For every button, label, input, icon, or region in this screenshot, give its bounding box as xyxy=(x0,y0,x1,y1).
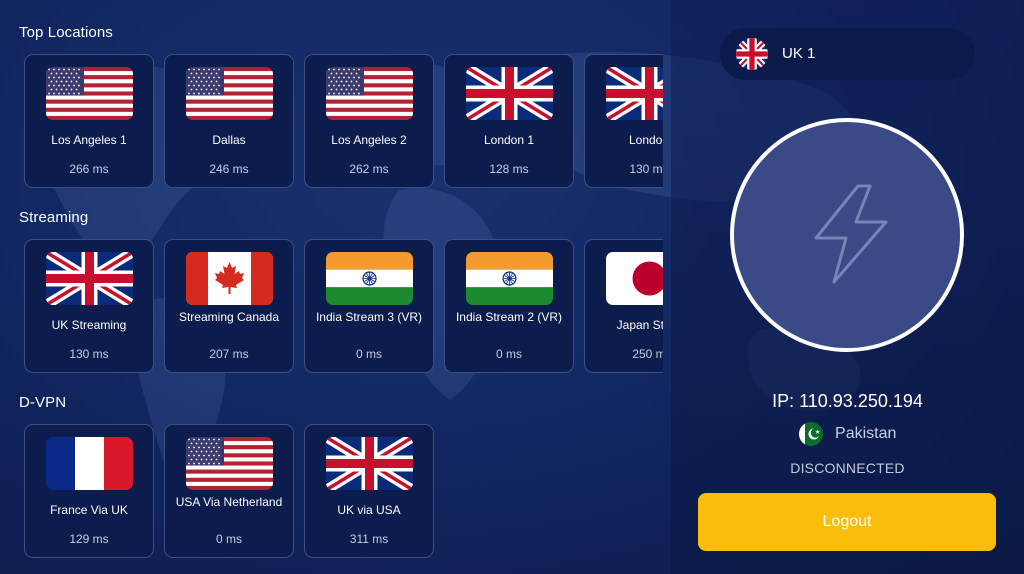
server-selector[interactable]: UK 1 xyxy=(720,28,975,80)
server-ping: 250 m xyxy=(632,347,663,361)
pakistan-flag-icon xyxy=(798,422,823,446)
server-name: UK via USA xyxy=(337,503,401,517)
server-card[interactable]: London 1 128 ms xyxy=(444,54,574,188)
server-card[interactable]: India Stream 3 (VR) 0 ms xyxy=(304,239,434,373)
server-name: India Stream 2 (VR) xyxy=(455,310,563,324)
server-ping: 130 ms xyxy=(69,347,109,361)
server-row: UK Streaming 130 ms Streaming Canada 207 m… xyxy=(24,239,663,373)
us-flag-icon xyxy=(186,437,273,490)
server-row: France Via UK 129 ms USA Via Netherland 0 m… xyxy=(24,424,663,558)
connection-panel: UK 1 IP: 110.93.250.194 Pakistan DISCONN… xyxy=(671,0,1024,574)
server-card[interactable]: USA Via Netherland 0 ms xyxy=(164,424,294,558)
server-card[interactable]: India Stream 2 (VR) 0 ms xyxy=(444,239,574,373)
server-card[interactable]: Los Angeles 2 262 ms xyxy=(304,54,434,188)
server-name: France Via UK xyxy=(50,503,128,517)
japan-flag-icon xyxy=(606,252,663,305)
server-card[interactable]: London 130 ms xyxy=(584,54,663,188)
canada-flag-icon xyxy=(186,252,273,305)
us-flag-icon xyxy=(46,67,133,120)
server-name: Los Angeles 1 xyxy=(51,133,127,147)
server-card[interactable]: Streaming Canada 207 ms xyxy=(164,239,294,373)
section-title: D-VPN xyxy=(19,394,67,411)
server-card[interactable]: Los Angeles 1 266 ms xyxy=(24,54,154,188)
server-ping: 246 ms xyxy=(209,162,249,176)
server-name: London 1 xyxy=(483,133,535,147)
logout-button[interactable]: Logout xyxy=(698,493,996,551)
uk-flag-icon xyxy=(466,67,553,120)
server-name: USA Via Netherland xyxy=(175,495,283,509)
server-ping: 266 ms xyxy=(69,162,109,176)
server-name: Japan Strea xyxy=(616,318,663,332)
server-name: UK Streaming xyxy=(51,318,127,332)
uk-flag-icon xyxy=(326,437,413,490)
uk-flag-icon xyxy=(46,252,133,305)
country-name: Pakistan xyxy=(835,425,897,442)
vpn-app: Top Locations Los Angeles 1 266 ms Dallas 24… xyxy=(0,0,1024,574)
ip-address: IP: 110.93.250.194 xyxy=(772,391,923,411)
uk-flag-icon xyxy=(606,67,663,120)
server-row: Los Angeles 1 266 ms Dallas 246 ms Los Angel… xyxy=(24,54,663,188)
us-flag-icon xyxy=(326,67,413,120)
server-card[interactable]: Japan Strea 250 m xyxy=(584,239,663,373)
india-flag-icon xyxy=(466,252,553,305)
section-title: Top Locations xyxy=(19,24,113,41)
server-card[interactable]: UK via USA 311 ms xyxy=(304,424,434,558)
server-name: Dallas xyxy=(212,133,246,147)
france-flag-icon xyxy=(46,437,133,490)
us-flag-icon xyxy=(186,67,273,120)
server-ping: 130 ms xyxy=(629,162,663,176)
server-card[interactable]: France Via UK 129 ms xyxy=(24,424,154,558)
server-ping: 0 ms xyxy=(355,347,382,361)
lightning-bolt-icon xyxy=(814,184,888,284)
server-name: Streaming Canada xyxy=(178,310,280,324)
server-ping: 311 ms xyxy=(349,532,389,546)
india-flag-icon xyxy=(326,252,413,305)
current-country: Pakistan xyxy=(671,422,1024,446)
server-name: Los Angeles 2 xyxy=(331,133,407,147)
server-card[interactable]: Dallas 246 ms xyxy=(164,54,294,188)
section-title: Streaming xyxy=(19,209,89,226)
server-name: London xyxy=(628,133,663,147)
server-ping: 207 ms xyxy=(209,347,249,361)
server-ping: 0 ms xyxy=(495,347,522,361)
uk-flag-icon xyxy=(736,38,768,70)
server-ping: 128 ms xyxy=(489,162,529,176)
connection-status: DISCONNECTED xyxy=(790,460,905,476)
server-name: India Stream 3 (VR) xyxy=(315,310,423,324)
server-card[interactable]: UK Streaming 130 ms xyxy=(24,239,154,373)
server-ping: 262 ms xyxy=(349,162,389,176)
selected-server-name: UK 1 xyxy=(782,45,816,62)
server-ping: 0 ms xyxy=(215,532,242,546)
server-list-pane: Top Locations Los Angeles 1 266 ms Dallas 24… xyxy=(0,0,663,574)
connect-button[interactable] xyxy=(730,118,964,352)
server-ping: 129 ms xyxy=(69,532,109,546)
